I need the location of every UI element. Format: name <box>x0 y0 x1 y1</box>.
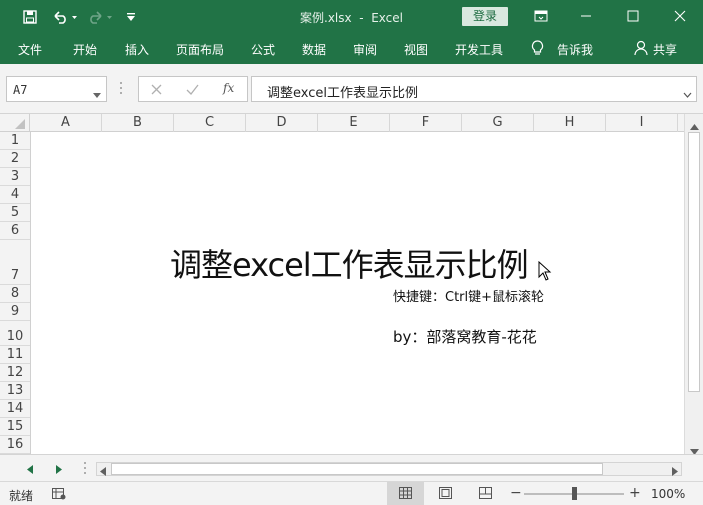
cell-f8: 快捷键：Ctrl键+鼠标滚轮 <box>393 290 545 305</box>
name-box[interactable]: A7 <box>6 76 107 102</box>
scroll-up-icon[interactable] <box>690 119 699 133</box>
formula-controls: fx <box>138 76 248 102</box>
sheet-tab-bar <box>0 454 703 481</box>
formula-bar: A7 fx 调整excel工作表显示比例 <box>0 64 703 114</box>
scroll-sheets-right-icon[interactable] <box>56 463 62 477</box>
tab-developer[interactable]: 开发工具 <box>455 41 503 58</box>
zoom-level[interactable]: 100% <box>651 487 685 501</box>
zoom-out-icon[interactable]: − <box>510 485 522 501</box>
horizontal-scrollbar[interactable] <box>96 462 682 476</box>
ribbon-tabs: 文件 开始 插入 页面布局 公式 数据 审阅 视图 开发工具 告诉我 共享 <box>0 33 703 64</box>
scrollbar-thumb[interactable] <box>111 463 603 475</box>
zoom-slider-thumb[interactable] <box>572 487 577 500</box>
column-header[interactable]: D <box>246 114 318 132</box>
share-button[interactable]: 共享 <box>653 41 677 58</box>
redo-icon[interactable] <box>86 8 116 26</box>
minimize-icon[interactable] <box>572 6 600 26</box>
page-break-view-icon[interactable] <box>479 487 492 502</box>
expand-formula-icon[interactable] <box>683 87 692 101</box>
column-header[interactable]: G <box>462 114 534 132</box>
chevron-down-icon[interactable] <box>93 87 101 101</box>
row-header[interactable]: 10 <box>0 321 30 346</box>
column-headers: A B C D E F G H I <box>0 114 684 132</box>
cancel-icon[interactable] <box>151 84 162 98</box>
column-header[interactable]: H <box>534 114 606 132</box>
maximize-icon[interactable] <box>619 6 647 26</box>
ribbon-display-options-icon[interactable] <box>527 6 555 26</box>
tab-data[interactable]: 数据 <box>302 41 326 58</box>
row-header[interactable]: 11 <box>0 346 30 364</box>
worksheet[interactable]: 调整excel工作表显示比例 快捷键：Ctrl键+鼠标滚轮 by：部落窝教育-花… <box>31 132 684 454</box>
enter-icon[interactable] <box>186 84 199 98</box>
row-header[interactable]: 15 <box>0 418 30 436</box>
normal-view-icon <box>399 487 412 502</box>
close-icon[interactable] <box>666 6 694 26</box>
cell-a7: 调整excel工作表显示比例 <box>170 246 529 284</box>
column-header[interactable]: E <box>318 114 390 132</box>
tab-review[interactable]: 审阅 <box>353 41 377 58</box>
status-bar: 就绪 − + 100% <box>0 481 703 505</box>
normal-view-button[interactable] <box>387 482 424 505</box>
zoom-in-icon[interactable]: + <box>629 485 641 501</box>
row-header[interactable]: 5 <box>0 204 30 222</box>
column-header[interactable]: F <box>390 114 462 132</box>
save-icon[interactable] <box>20 8 40 26</box>
row-header[interactable]: 6 <box>0 222 30 240</box>
tab-insert[interactable]: 插入 <box>125 41 149 58</box>
column-header[interactable]: B <box>102 114 174 132</box>
column-header[interactable]: I <box>606 114 678 132</box>
row-header[interactable]: 4 <box>0 186 30 204</box>
undo-icon[interactable] <box>50 8 80 26</box>
status-text: 就绪 <box>9 489 34 503</box>
mouse-cursor-icon <box>538 260 552 284</box>
title-bar: 案例.xlsx - Excel 登录 <box>0 0 703 33</box>
tab-page-layout[interactable]: 页面布局 <box>176 41 224 58</box>
scroll-right-icon[interactable] <box>672 465 678 479</box>
cell-f10: by：部落窝教育-花花 <box>393 328 537 346</box>
insert-function-icon[interactable]: fx <box>223 81 234 95</box>
tab-file[interactable]: 文件 <box>18 41 42 58</box>
vertical-scrollbar[interactable] <box>684 114 703 455</box>
column-header[interactable]: C <box>174 114 246 132</box>
column-header[interactable]: A <box>30 114 102 132</box>
row-header[interactable]: 9 <box>0 303 30 321</box>
row-header[interactable]: 13 <box>0 382 30 400</box>
tab-view[interactable]: 视图 <box>404 41 428 58</box>
lightbulb-icon <box>531 40 544 59</box>
row-header[interactable]: 1 <box>0 132 30 150</box>
row-headers: 1 2 3 4 5 6 7 8 9 10 11 12 13 14 15 16 <box>0 132 31 454</box>
scroll-left-icon[interactable] <box>100 465 106 479</box>
row-header[interactable]: 16 <box>0 436 30 454</box>
row-header[interactable]: 12 <box>0 364 30 382</box>
select-all-button[interactable] <box>0 114 30 132</box>
row-header[interactable]: 14 <box>0 400 30 418</box>
row-header[interactable]: 3 <box>0 168 30 186</box>
tell-me-button[interactable]: 告诉我 <box>557 41 593 58</box>
tab-formulas[interactable]: 公式 <box>251 41 275 58</box>
page-layout-view-icon[interactable] <box>439 487 452 502</box>
name-box-value: A7 <box>13 83 28 97</box>
tab-home[interactable]: 开始 <box>73 41 97 58</box>
scroll-sheets-left-icon[interactable] <box>27 463 33 477</box>
drag-handle-icon[interactable] <box>119 81 123 98</box>
customize-icon[interactable] <box>124 8 138 26</box>
user-icon <box>634 40 648 59</box>
window-title: 案例.xlsx - Excel <box>300 11 403 25</box>
row-header[interactable]: 8 <box>0 285 30 303</box>
scrollbar-thumb[interactable] <box>688 132 700 392</box>
formula-input[interactable]: 调整excel工作表显示比例 <box>251 76 697 102</box>
row-header[interactable]: 7 <box>0 240 30 285</box>
formula-content: 调整excel工作表显示比例 <box>267 86 418 101</box>
row-header[interactable]: 2 <box>0 150 30 168</box>
macro-record-icon[interactable] <box>52 488 66 503</box>
login-button[interactable]: 登录 <box>462 7 508 26</box>
tab-split-handle-icon[interactable] <box>83 461 87 478</box>
